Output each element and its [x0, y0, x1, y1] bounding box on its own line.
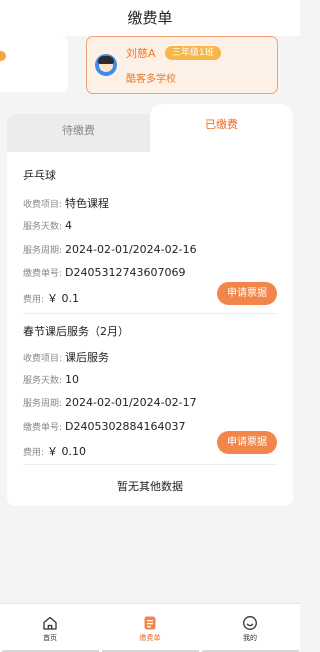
- fee-label: 费用:: [23, 448, 45, 458]
- days-value: 10: [65, 373, 80, 386]
- item-value: 特色课程: [65, 197, 110, 210]
- record-title: 春节课后服务（2月）: [23, 325, 129, 338]
- bottom-nav: 首页 缴费单 我的: [0, 603, 300, 652]
- order-value: D2405312743607069: [65, 266, 186, 279]
- order-row: 缴费单号: D2405312743607069: [23, 266, 186, 279]
- student-carousel[interactable]: 刘慈A 三年级1班 酷客多学校: [0, 36, 300, 104]
- period-row: 服务周期: 2024-02-01/2024-02-17: [23, 396, 197, 409]
- previous-student-card[interactable]: [0, 36, 68, 92]
- divider: [23, 313, 277, 314]
- apply-invoice-button[interactable]: 申请票据: [217, 282, 277, 305]
- top-bar: 缴费单: [0, 0, 300, 36]
- item-row: 收费项目: 特色课程: [23, 195, 109, 211]
- nav-mine[interactable]: 我的: [200, 604, 300, 652]
- paid-list: 乒乓球 收费项目: 特色课程 服务天数: 4 服务周期: 2024-02-01/202…: [7, 152, 293, 506]
- indicator-dot-icon: [0, 51, 6, 61]
- avatar: [95, 54, 117, 76]
- student-name: 刘慈A: [126, 47, 156, 60]
- period-row: 服务周期: 2024-02-01/2024-02-16: [23, 243, 197, 256]
- avatar-hair: [98, 56, 114, 64]
- no-more-data-text: 暂无其他数据: [117, 480, 183, 493]
- days-label: 服务天数:: [23, 376, 63, 386]
- student-card[interactable]: 刘慈A 三年级1班 酷客多学校: [86, 36, 278, 94]
- divider: [23, 464, 277, 465]
- fee-label: 费用:: [23, 295, 45, 305]
- order-row: 缴费单号: D2405302884164037: [23, 420, 186, 433]
- fee-value: ￥ 0.1: [47, 292, 80, 305]
- item-label: 收费项目:: [23, 354, 63, 364]
- fee-row: 费用: ￥ 0.10: [23, 443, 86, 459]
- item-row: 收费项目: 课后服务: [23, 349, 109, 365]
- nav-home-label: 首页: [43, 634, 57, 642]
- bill-icon: [144, 616, 156, 630]
- grade-class-badge: 三年级1班: [165, 46, 221, 60]
- payment-tabs: 待缴费 已缴费: [7, 104, 293, 152]
- apply-invoice-button[interactable]: 申请票据: [217, 431, 277, 454]
- tab-pending[interactable]: 待缴费: [7, 114, 150, 152]
- days-value: 4: [65, 219, 73, 232]
- tab-paid[interactable]: 已缴费: [150, 104, 293, 152]
- period-value: 2024-02-01/2024-02-17: [65, 396, 197, 409]
- order-value: D2405302884164037: [65, 420, 186, 433]
- nav-bill-label: 缴费单: [139, 634, 161, 642]
- nav-mine-label: 我的: [243, 634, 257, 642]
- order-label: 缴费单号:: [23, 423, 63, 433]
- fee-value: ￥ 0.10: [47, 445, 87, 458]
- period-label: 服务周期:: [23, 399, 63, 409]
- days-label: 服务天数:: [23, 222, 63, 232]
- school-name: 酷客多学校: [126, 74, 176, 85]
- smile-icon: [243, 616, 257, 630]
- nav-bill[interactable]: 缴费单: [100, 604, 200, 652]
- order-label: 缴费单号:: [23, 269, 63, 279]
- item-value: 课后服务: [65, 351, 110, 364]
- period-label: 服务周期:: [23, 246, 63, 256]
- days-row: 服务天数: 10: [23, 373, 79, 386]
- record-title: 乒乓球: [23, 169, 56, 182]
- days-row: 服务天数: 4: [23, 219, 72, 232]
- item-label: 收费项目:: [23, 200, 63, 210]
- page-title: 缴费单: [127, 9, 173, 27]
- period-value: 2024-02-01/2024-02-16: [65, 243, 197, 256]
- home-icon: [43, 616, 57, 630]
- fee-row: 费用: ￥ 0.1: [23, 290, 79, 306]
- nav-home[interactable]: 首页: [0, 604, 100, 652]
